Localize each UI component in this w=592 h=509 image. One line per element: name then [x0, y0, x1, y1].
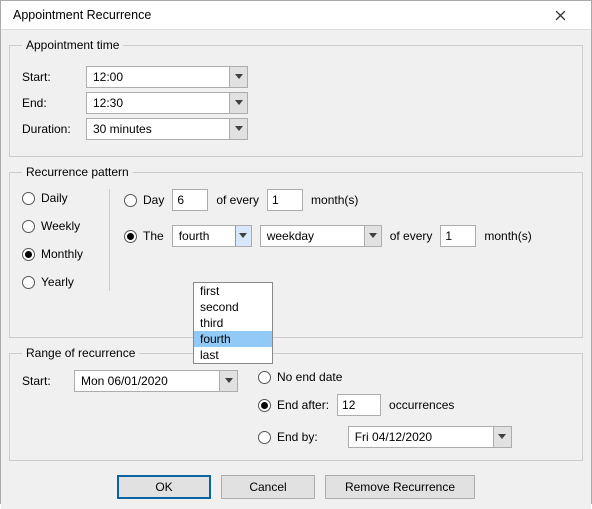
radio-icon: [22, 220, 35, 233]
duration-arrow[interactable]: [229, 119, 247, 139]
occurrences-label: occurrences: [389, 398, 454, 412]
freq-daily-label: Daily: [41, 191, 68, 205]
weekday-arrow[interactable]: [364, 226, 381, 246]
monthly-by-ordinal-row: The: [124, 225, 570, 247]
weekday-input[interactable]: [261, 226, 364, 246]
freq-weekly-label: Weekly: [41, 219, 80, 233]
close-icon: [555, 10, 566, 21]
remove-recurrence-button[interactable]: Remove Recurrence: [325, 475, 475, 499]
end-label: End:: [22, 96, 86, 110]
radio-icon: [22, 248, 35, 261]
range-group: Range of recurrence Start: No end date: [9, 346, 583, 461]
end-by-radio[interactable]: End by:: [258, 430, 318, 444]
range-start-combo[interactable]: [74, 370, 238, 392]
no-end-date-radio[interactable]: No end date: [258, 370, 512, 384]
end-time-arrow[interactable]: [229, 93, 247, 113]
start-time-combo[interactable]: [86, 66, 248, 88]
radio-icon: [124, 230, 137, 243]
freq-monthly-radio[interactable]: Monthly: [22, 247, 103, 261]
no-end-date-label: No end date: [277, 370, 342, 384]
recurrence-pattern-group: Recurrence pattern Daily Weekly Monthly: [9, 165, 583, 338]
recurrence-pattern-legend: Recurrence pattern: [22, 165, 133, 179]
radio-icon: [22, 192, 35, 205]
ok-button[interactable]: OK: [117, 475, 211, 499]
monthly-by-day-radio[interactable]: Day: [124, 193, 164, 207]
chevron-down-icon: [225, 378, 233, 384]
chevron-down-icon: [235, 126, 243, 132]
freq-daily-radio[interactable]: Daily: [22, 191, 103, 205]
the-label: The: [143, 229, 164, 243]
end-after-radio[interactable]: End after:: [258, 398, 329, 412]
ordinal-option[interactable]: third: [194, 315, 272, 331]
of-every-label: of every: [216, 193, 259, 207]
radio-icon: [258, 399, 271, 412]
end-by-label: End by:: [277, 430, 318, 444]
appointment-time-group: Appointment time Start: End:: [9, 38, 583, 157]
start-label: Start:: [22, 70, 86, 84]
button-bar: OK Cancel Remove Recurrence: [9, 469, 583, 501]
monthly-by-ordinal-radio[interactable]: The: [124, 229, 164, 243]
monthly-day-input[interactable]: [172, 189, 208, 211]
freq-weekly-radio[interactable]: Weekly: [22, 219, 103, 233]
titlebar: Appointment Recurrence: [1, 1, 591, 30]
chevron-down-icon: [498, 434, 506, 440]
end-after-label: End after:: [277, 398, 329, 412]
of-every-label-2: of every: [390, 229, 433, 243]
range-start-arrow[interactable]: [219, 371, 237, 391]
chevron-down-icon: [235, 74, 243, 80]
chevron-down-icon: [239, 233, 247, 239]
monthly-by-day-row: Day of every month(s): [124, 189, 570, 211]
dialog-title: Appointment Recurrence: [13, 8, 539, 22]
weekday-combo[interactable]: [260, 225, 382, 247]
end-by-combo[interactable]: [348, 426, 512, 448]
appointment-time-legend: Appointment time: [22, 38, 123, 52]
end-time-combo[interactable]: [86, 92, 248, 114]
ordinal-input[interactable]: [173, 226, 235, 246]
ordinal-option[interactable]: fourth: [194, 331, 272, 347]
start-time-arrow[interactable]: [229, 67, 247, 87]
end-time-input[interactable]: [87, 93, 229, 113]
ordinal-option[interactable]: second: [194, 299, 272, 315]
cancel-button[interactable]: Cancel: [221, 475, 315, 499]
range-start-label: Start:: [22, 370, 66, 388]
dialog: Appointment Recurrence Appointment time …: [0, 0, 592, 504]
ordinal-option[interactable]: last: [194, 347, 272, 363]
radio-icon: [124, 194, 137, 207]
ordinal-combo[interactable]: [172, 225, 252, 247]
monthly-months2-input[interactable]: [440, 225, 476, 247]
chevron-down-icon: [369, 233, 377, 239]
range-start-input[interactable]: [75, 371, 219, 391]
start-time-input[interactable]: [87, 67, 229, 87]
close-button[interactable]: [539, 1, 581, 29]
duration-input[interactable]: [87, 119, 229, 139]
ordinal-arrow[interactable]: [235, 226, 251, 246]
freq-yearly-radio[interactable]: Yearly: [22, 275, 103, 289]
freq-yearly-label: Yearly: [41, 275, 74, 289]
radio-icon: [258, 431, 271, 444]
end-by-input[interactable]: [349, 427, 493, 447]
end-by-arrow[interactable]: [493, 427, 511, 447]
months-suffix-label-2: month(s): [484, 229, 531, 243]
months-suffix-label: month(s): [311, 193, 358, 207]
ordinal-option[interactable]: first: [194, 283, 272, 299]
freq-monthly-label: Monthly: [41, 247, 83, 261]
chevron-down-icon: [235, 100, 243, 106]
duration-combo[interactable]: [86, 118, 248, 140]
monthly-months1-input[interactable]: [267, 189, 303, 211]
monthly-day-label: Day: [143, 193, 164, 207]
radio-icon: [258, 371, 271, 384]
radio-icon: [22, 276, 35, 289]
end-after-input[interactable]: [337, 394, 381, 416]
duration-label: Duration:: [22, 122, 86, 136]
ordinal-dropdown-list[interactable]: firstsecondthirdfourthlast: [193, 282, 273, 364]
range-legend: Range of recurrence: [22, 346, 139, 360]
